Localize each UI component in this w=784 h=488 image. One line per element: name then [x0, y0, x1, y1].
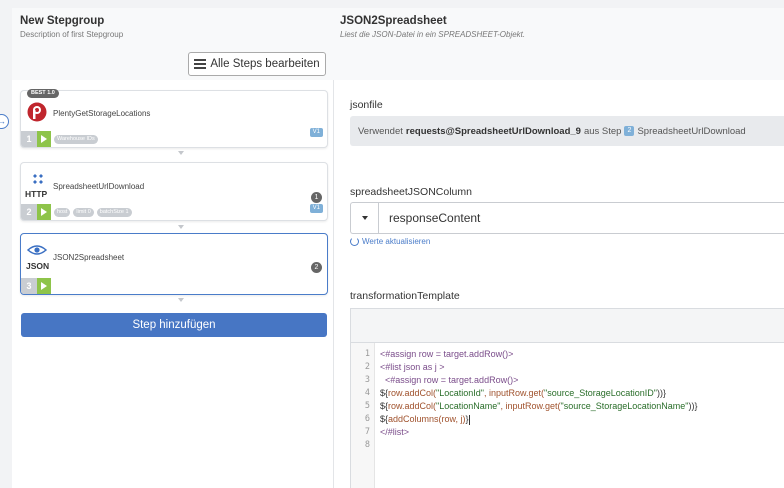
stepgroup-description: Description of first Stepgroup: [20, 30, 124, 39]
code-line: ${row.addCol("LocationName", inputRow.ge…: [380, 401, 698, 411]
plenty-logo-icon: [27, 102, 47, 122]
stepgroup-panel: New Stepgroup Description of first Stepg…: [12, 8, 334, 488]
json-icon-label: JSON: [26, 261, 50, 271]
jsonfile-label: jsonfile: [350, 99, 383, 111]
play-icon: [41, 282, 47, 290]
connector-arrow-icon: [178, 151, 184, 155]
connector-arrow-icon: [178, 298, 184, 302]
play-icon: [41, 208, 47, 216]
left-edge-rail: →: [0, 0, 9, 488]
version-badge: V1: [309, 204, 323, 213]
step-tag: host: [54, 207, 71, 217]
code-editor[interactable]: 1 2 3 4 5 6 7 8 <#assign row = target.ad…: [350, 342, 784, 488]
column-label: spreadsheetJSONColumn: [350, 186, 472, 198]
stepgroup-title: New Stepgroup: [20, 15, 105, 27]
caret-down-icon[interactable]: [351, 203, 379, 233]
step-number: 3: [21, 278, 37, 294]
code-line: ${addColumns(row, j)}: [380, 414, 470, 425]
line-number: 4: [364, 388, 370, 398]
refresh-values-link[interactable]: Werte aktualisieren: [350, 237, 430, 246]
step-tag: limit 0: [73, 207, 94, 217]
line-number: 7: [364, 427, 370, 437]
step-title: JSON2Spreadsheet: [340, 15, 447, 27]
editor-toolbar: [350, 308, 784, 342]
jsonfile-mid: aus Step: [583, 125, 622, 137]
play-button[interactable]: [37, 131, 51, 147]
step-name: SpreadsheetUrlDownload: [53, 182, 145, 191]
http-icon: [33, 174, 43, 184]
stepgroup-header: New Stepgroup Description of first Stepg…: [12, 8, 334, 80]
column-select-value: responseContent: [389, 211, 481, 225]
template-label: transformationTemplate: [350, 290, 460, 302]
step-name: PlentyGetStorageLocations: [53, 109, 151, 118]
refresh-values-label: Werte aktualisieren: [362, 237, 431, 246]
jsonfile-field[interactable]: Verwendet requests@SpreadsheetUrlDownloa…: [350, 116, 784, 146]
step-card-2[interactable]: HTTP SpreadsheetUrlDownload 1 V1 2 host …: [20, 162, 328, 221]
line-number: 1: [364, 349, 370, 359]
best-badge: BEST 1.0: [27, 89, 59, 98]
edit-all-steps-label: Alle Steps bearbeiten: [210, 58, 320, 70]
play-button[interactable]: [37, 204, 51, 220]
step-reference-number: 2: [624, 126, 635, 136]
count-badge: 2: [311, 262, 322, 273]
list-icon: [194, 59, 207, 69]
refresh-icon: [350, 237, 359, 246]
code-line: </#list>: [380, 427, 410, 437]
step-tag: batchSize 1: [96, 207, 132, 217]
step-card-3[interactable]: JSON JSON2Spreadsheet 2 3: [20, 233, 328, 295]
code-line: <#assign row = target.addRow()>: [380, 349, 514, 359]
step-detail-header: JSON2Spreadsheet Liest die JSON-Datei in…: [334, 8, 784, 80]
step-name: JSON2Spreadsheet: [53, 253, 125, 262]
jsonfile-step-name: SpreadsheetUrlDownload: [637, 125, 746, 137]
edit-all-steps-button[interactable]: Alle Steps bearbeiten: [188, 52, 326, 76]
line-number: 6: [364, 414, 370, 424]
line-number: 8: [364, 440, 370, 450]
eye-icon: [27, 245, 47, 255]
step-footer: 2 host limit 0 batchSize 1: [21, 204, 132, 220]
code-line: <#list json as j >: [380, 362, 445, 372]
add-step-button[interactable]: Step hinzufügen: [21, 313, 327, 337]
play-button[interactable]: [37, 278, 51, 294]
collapse-arrow-icon[interactable]: →: [0, 114, 9, 129]
version-badge: V1: [309, 128, 323, 137]
jsonfile-reference: requests@SpreadsheetUrlDownload_9: [405, 125, 581, 137]
column-select[interactable]: responseContent: [350, 202, 784, 234]
line-number: 3: [364, 375, 370, 385]
step-footer: 3: [21, 278, 51, 294]
code-line: ${row.addCol("LocationId", inputRow.get(…: [380, 388, 666, 398]
step-detail-panel: JSON2Spreadsheet Liest die JSON-Datei in…: [334, 8, 784, 488]
play-icon: [41, 135, 47, 143]
count-badge: 1: [311, 192, 322, 203]
step-description: Liest die JSON-Datei in ein SPREADSHEET-…: [340, 30, 526, 39]
connector-arrow-icon: [178, 225, 184, 229]
text-cursor: [468, 414, 470, 425]
line-number: 5: [364, 401, 370, 411]
step-number: 1: [21, 131, 37, 147]
line-number-gutter: 1 2 3 4 5 6 7 8: [351, 343, 375, 488]
step-tag: Warehouse IDs: [54, 134, 98, 144]
jsonfile-prefix: Verwendet: [358, 125, 403, 137]
step-footer: 1 Warehouse IDs: [21, 131, 98, 147]
step-number: 2: [21, 204, 37, 220]
code-line: <#assign row = target.addRow()>: [380, 375, 519, 385]
http-icon-label: HTTP: [25, 189, 48, 199]
step-card-1[interactable]: BEST 1.0 PlentyGetStorageLocations V1 1 …: [20, 89, 328, 148]
line-number: 2: [364, 362, 370, 372]
